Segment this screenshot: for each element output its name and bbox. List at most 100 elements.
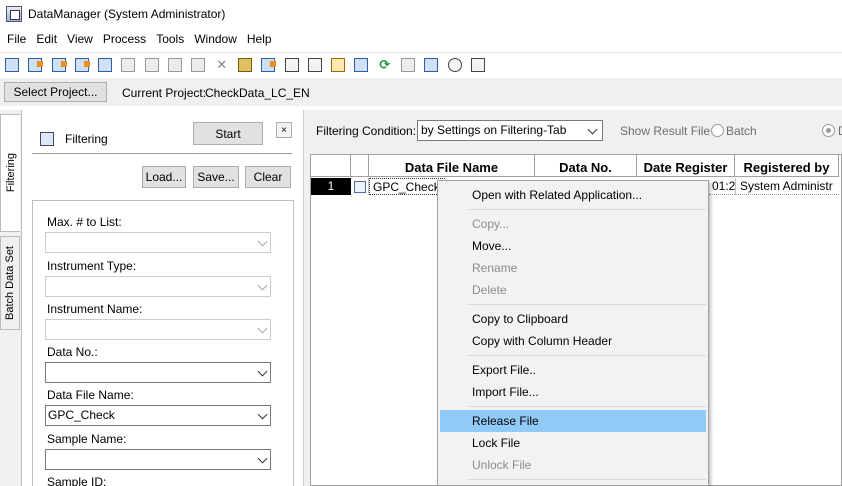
- select-project-button[interactable]: Select Project...: [4, 82, 107, 102]
- start-button[interactable]: Start: [193, 122, 263, 145]
- move-down-icon[interactable]: [282, 55, 302, 75]
- tab-filtering[interactable]: Filtering: [0, 114, 20, 232]
- menu-tools[interactable]: Tools: [151, 29, 189, 49]
- menu-help[interactable]: Help: [242, 29, 277, 49]
- report-icon[interactable]: [468, 55, 488, 75]
- data-file-name-select[interactable]: GPC_Check: [45, 405, 271, 426]
- data-no-select[interactable]: [45, 362, 271, 383]
- load-button[interactable]: Load...: [142, 166, 186, 188]
- open-import-icon[interactable]: [25, 55, 45, 75]
- row-number[interactable]: 1: [311, 178, 351, 195]
- filter-panel-icon: [40, 132, 54, 146]
- col-header-data-file-name[interactable]: Data File Name: [369, 155, 535, 177]
- col-header-data-no[interactable]: Data No.: [535, 155, 637, 177]
- current-project-label: Current Project:: [122, 86, 207, 100]
- max-list-select[interactable]: [45, 232, 271, 253]
- menu-file[interactable]: File: [2, 29, 31, 49]
- divider: [32, 153, 292, 154]
- filtering-condition-label: Filtering Condition:: [316, 124, 417, 138]
- data-browser-icon[interactable]: [95, 55, 115, 75]
- print-icon[interactable]: [142, 55, 162, 75]
- app-icon: [6, 6, 22, 22]
- clear-button[interactable]: Clear: [245, 166, 291, 188]
- instrument-name-select[interactable]: [45, 319, 271, 340]
- col-header-registered-by[interactable]: Registered by: [735, 155, 839, 177]
- menu-separator: [468, 355, 706, 356]
- delete-icon[interactable]: ✕: [212, 55, 232, 75]
- menu-process[interactable]: Process: [98, 29, 151, 49]
- close-icon[interactable]: ×: [276, 122, 292, 138]
- chevron-down-icon: [257, 453, 268, 464]
- show-result-file-label: Show Result File: [620, 124, 711, 138]
- filter-icon[interactable]: [258, 55, 278, 75]
- menu-window[interactable]: Window: [189, 29, 242, 49]
- filtering-condition-value: by Settings on Filtering-Tab: [421, 123, 567, 137]
- chevron-down-icon: [257, 366, 268, 377]
- save-button[interactable]: Save...: [193, 166, 239, 188]
- d-radio[interactable]: [822, 124, 835, 137]
- refresh-icon[interactable]: ⟳: [375, 55, 395, 75]
- menu-release-file[interactable]: Release File: [440, 410, 706, 432]
- table-row-date[interactable]: 01:2: [709, 178, 735, 195]
- menu-move[interactable]: Move...: [440, 235, 706, 257]
- max-list-label: Max. # to List:: [47, 215, 122, 229]
- window-title: DataManager (System Administrator): [28, 7, 226, 21]
- filter-fields: Max. # to List: Instrument Type: Instrum…: [32, 200, 294, 486]
- paste-icon[interactable]: [188, 55, 208, 75]
- filter-panel-title: Filtering: [65, 132, 108, 146]
- filtering-condition-select[interactable]: by Settings on Filtering-Tab: [417, 120, 603, 141]
- sample-name-label: Sample Name:: [47, 432, 127, 446]
- lock-icon[interactable]: [235, 55, 255, 75]
- menu-edit[interactable]: Edit: [31, 29, 62, 49]
- sample-name-select[interactable]: [45, 449, 271, 470]
- menu-import-file[interactable]: Import File...: [440, 381, 706, 403]
- menu-separator: [468, 304, 706, 305]
- data-file-name-value: GPC_Check: [48, 408, 115, 422]
- data-no-label: Data No.:: [47, 345, 98, 359]
- d-label: D: [838, 124, 842, 138]
- sample-id-label: Sample ID:: [47, 475, 107, 486]
- col-header-date-register[interactable]: Date Register: [637, 155, 735, 177]
- menu-separator: [468, 209, 706, 210]
- tab-filtering-label: Filtering: [4, 153, 17, 193]
- data-file-name-label: Data File Name:: [47, 388, 134, 402]
- row-file-icon-cell: [351, 178, 369, 195]
- open-export-icon[interactable]: [49, 55, 69, 75]
- batch-radio[interactable]: [711, 124, 724, 137]
- copy-icon[interactable]: [165, 55, 185, 75]
- open-template-icon[interactable]: [72, 55, 92, 75]
- table-row-registered-by[interactable]: System Administr: [735, 178, 839, 195]
- chevron-down-icon: [257, 280, 268, 291]
- data-file-icon: [353, 180, 366, 193]
- menu-view[interactable]: View: [62, 29, 98, 49]
- instrument-type-select[interactable]: [45, 276, 271, 297]
- menu-separator: [468, 406, 706, 407]
- batch-label: Batch: [726, 124, 757, 138]
- calendar-icon[interactable]: [328, 55, 348, 75]
- chevron-down-icon: [257, 409, 268, 420]
- menu-copy-to-clipboard[interactable]: Copy to Clipboard: [440, 308, 706, 330]
- menu-export-file[interactable]: Export File..: [440, 359, 706, 381]
- menu-rename: Rename: [472, 261, 518, 275]
- context-menu: Open with Related Application... Copy...…: [437, 180, 709, 486]
- table-row-file-name[interactable]: GPC_Check: [369, 178, 445, 195]
- disc-icon[interactable]: [445, 55, 465, 75]
- search-icon[interactable]: [351, 55, 371, 75]
- chevron-down-icon: [257, 323, 268, 334]
- menu-open-with-related-application[interactable]: Open with Related Application...: [440, 184, 706, 206]
- instrument-name-label: Instrument Name:: [47, 302, 143, 316]
- checkbox-icon[interactable]: [398, 55, 418, 75]
- mail-icon[interactable]: [421, 55, 441, 75]
- move-up-icon[interactable]: [305, 55, 325, 75]
- menu-delete: Delete: [472, 283, 507, 297]
- grid-icon-col-header: [351, 155, 369, 177]
- current-project-value: CheckData_LC_EN: [205, 86, 310, 100]
- menu-lock-file[interactable]: Lock File: [440, 432, 706, 454]
- batch-icon[interactable]: [118, 55, 138, 75]
- tab-batch-data-set[interactable]: Batch Data Set: [0, 236, 20, 330]
- open-file-icon[interactable]: [2, 55, 22, 75]
- menu-copy-with-column-header[interactable]: Copy with Column Header: [440, 330, 706, 352]
- menu-bar: File Edit View Process Tools Window Help: [0, 29, 842, 49]
- instrument-type-label: Instrument Type:: [47, 259, 137, 273]
- chevron-down-icon: [587, 124, 598, 135]
